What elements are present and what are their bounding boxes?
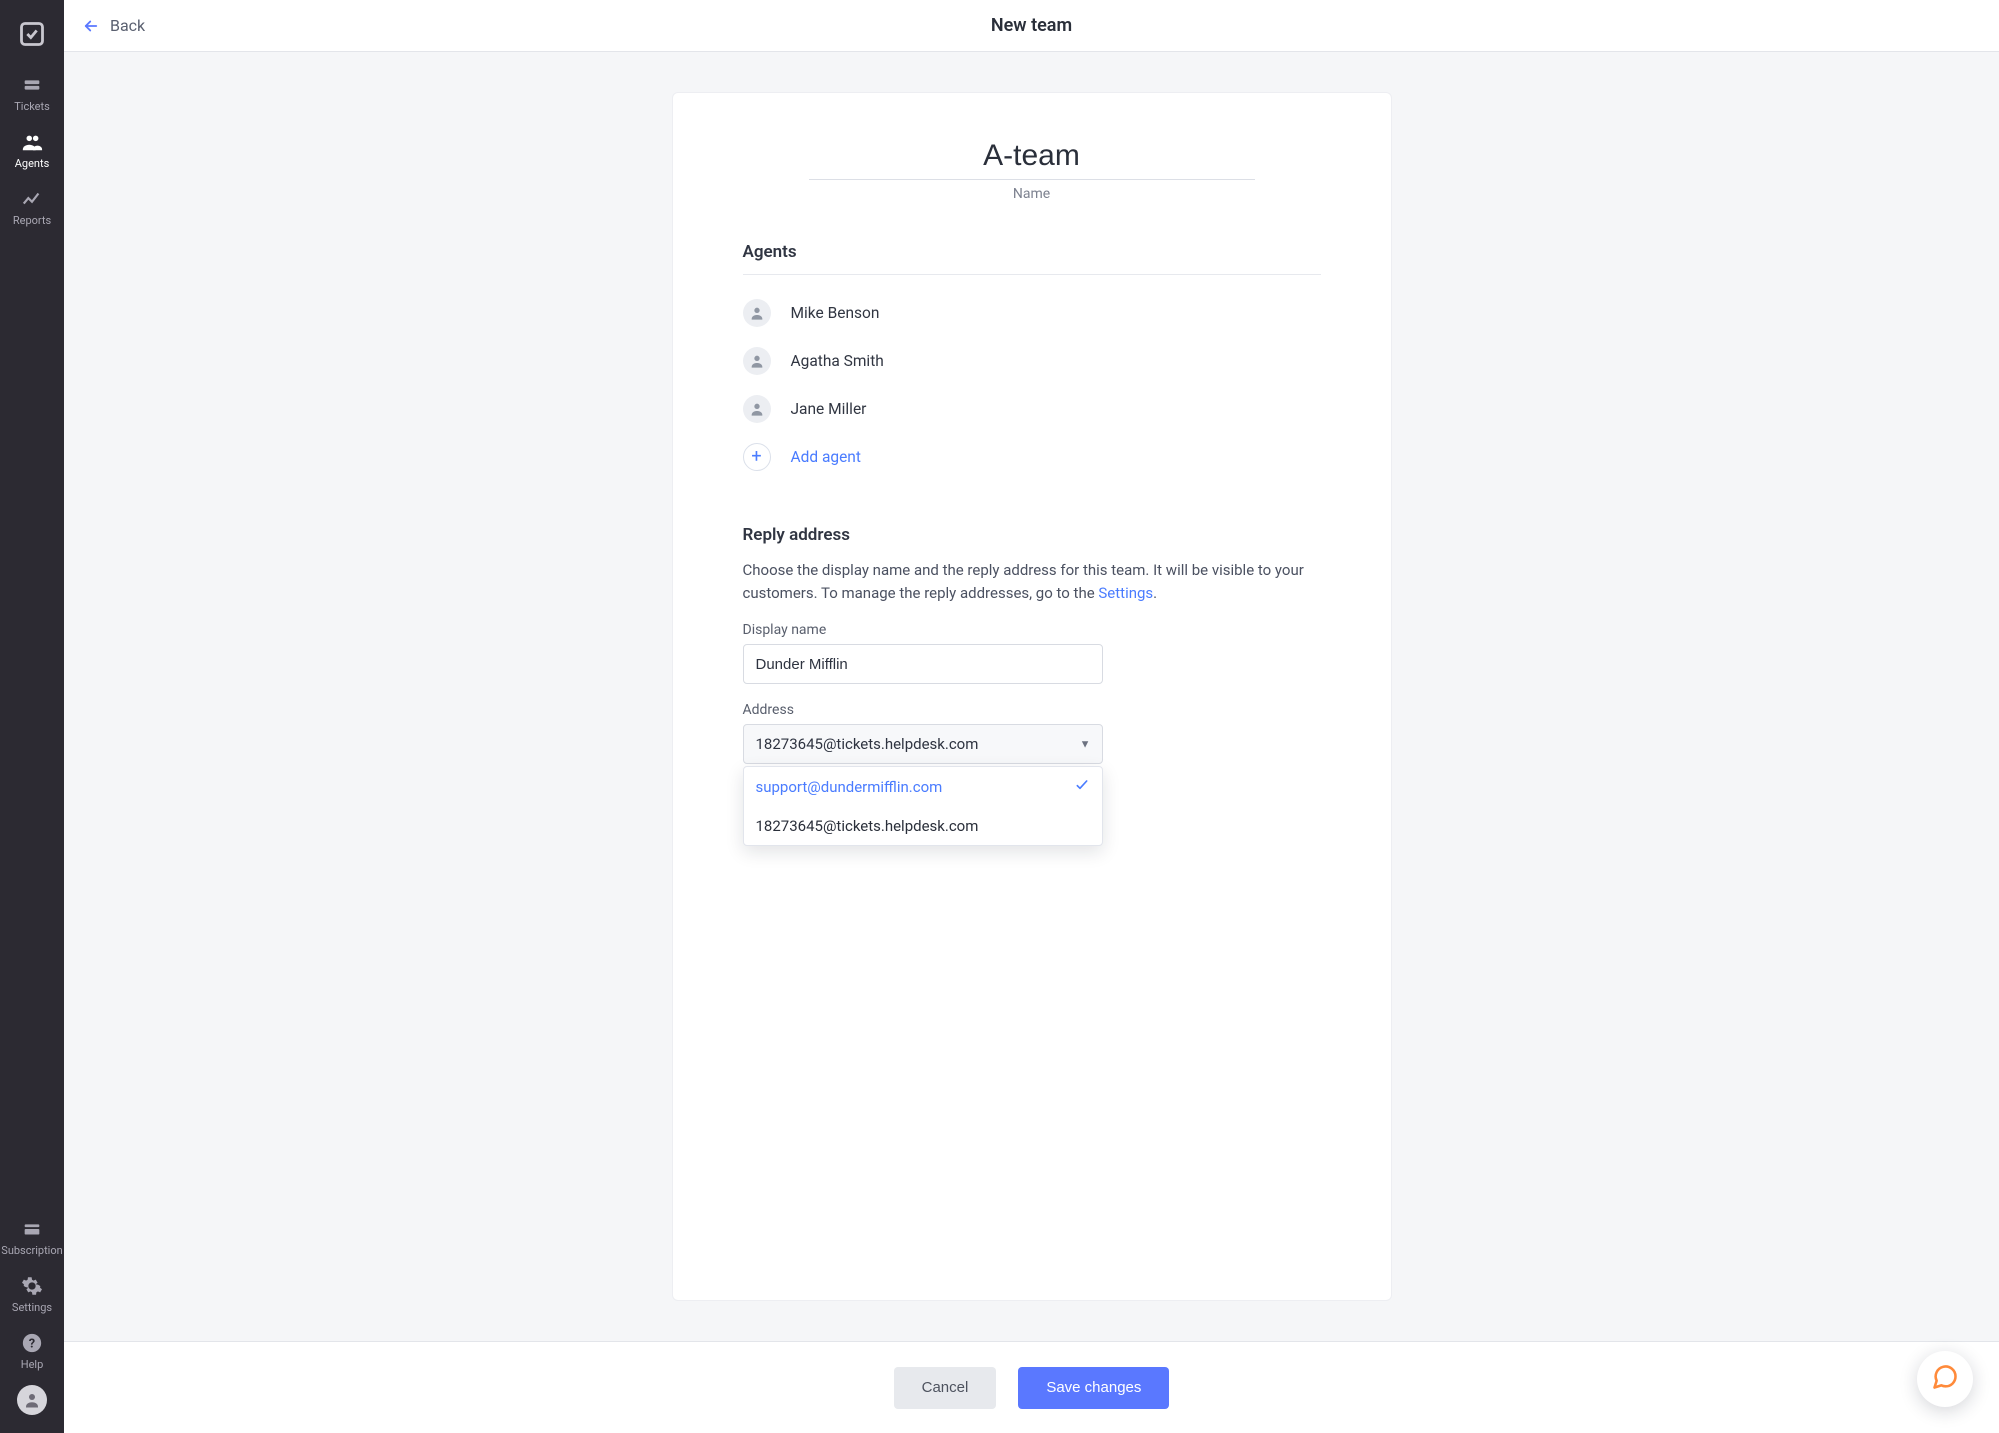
avatar (743, 299, 771, 327)
plus-icon: + (743, 443, 771, 471)
agent-row: Agatha Smith (743, 337, 1321, 385)
address-selected-value: 18273645@tickets.helpdesk.com (756, 735, 979, 753)
svg-text:?: ? (29, 1337, 35, 1352)
reply-section-title: Reply address (743, 525, 1321, 545)
content-area: Name Agents Mike Benson Agatha Smith (64, 52, 1999, 1341)
sidebar-item-tickets[interactable]: Tickets (0, 64, 64, 121)
gear-icon (21, 1275, 43, 1297)
agent-row: Jane Miller (743, 385, 1321, 433)
agents-section-title: Agents (743, 242, 1321, 275)
sidebar: Tickets Agents Reports Subscription Sett… (0, 0, 64, 1433)
reply-description-text: Choose the display name and the reply ad… (743, 561, 1304, 602)
display-name-input[interactable] (743, 644, 1103, 684)
main: Back New team Name Agents Mike Benson (64, 0, 1999, 1433)
sidebar-item-reports[interactable]: Reports (0, 178, 64, 235)
address-option-label: 18273645@tickets.helpdesk.com (756, 817, 979, 835)
address-option[interactable]: 18273645@tickets.helpdesk.com (744, 807, 1102, 845)
agent-name: Jane Miller (791, 400, 867, 418)
cancel-button[interactable]: Cancel (894, 1367, 997, 1409)
reply-description: Choose the display name and the reply ad… (743, 559, 1321, 604)
settings-link[interactable]: Settings (1098, 584, 1153, 602)
sidebar-item-help[interactable]: ? Help (0, 1322, 64, 1379)
app-logo-icon (18, 20, 46, 48)
add-agent-button[interactable]: + Add agent (743, 433, 1321, 481)
save-button[interactable]: Save changes (1018, 1367, 1169, 1409)
team-name-input[interactable] (809, 137, 1255, 180)
sidebar-item-label: Reports (13, 214, 51, 227)
team-name-label: Name (1013, 186, 1050, 202)
topbar: Back New team (64, 0, 1999, 52)
reports-icon (21, 188, 43, 210)
display-name-label: Display name (743, 622, 1321, 638)
page-title: New team (991, 15, 1072, 36)
reply-description-suffix: . (1153, 584, 1157, 602)
chat-widget-button[interactable] (1917, 1351, 1973, 1407)
footer: Cancel Save changes (64, 1341, 1999, 1433)
back-button[interactable]: Back (64, 0, 163, 51)
help-icon: ? (21, 1332, 43, 1354)
sidebar-item-label: Settings (12, 1301, 52, 1314)
agent-row: Mike Benson (743, 289, 1321, 337)
agent-name: Mike Benson (791, 304, 880, 322)
address-select-display[interactable]: 18273645@tickets.helpdesk.com ▼ (743, 724, 1103, 764)
agents-icon (21, 131, 43, 153)
agent-list: Mike Benson Agatha Smith Jane Miller + (743, 289, 1321, 481)
address-select[interactable]: 18273645@tickets.helpdesk.com ▼ support@… (743, 724, 1103, 764)
chevron-down-icon: ▼ (1080, 738, 1091, 751)
tickets-icon (21, 74, 43, 96)
sidebar-item-label: Tickets (14, 100, 50, 113)
check-icon (1074, 777, 1090, 797)
sidebar-item-label: Help (21, 1358, 44, 1371)
chat-icon (1931, 1363, 1959, 1395)
add-agent-label: Add agent (791, 448, 861, 466)
address-option-label: support@dundermifflin.com (756, 778, 943, 796)
back-label: Back (110, 16, 145, 35)
address-label: Address (743, 702, 1321, 718)
sidebar-item-label: Agents (15, 157, 50, 170)
reply-section: Reply address Choose the display name an… (743, 525, 1321, 764)
team-form-card: Name Agents Mike Benson Agatha Smith (672, 92, 1392, 1301)
sidebar-item-agents[interactable]: Agents (0, 121, 64, 178)
address-dropdown: support@dundermifflin.com 18273645@ticke… (743, 766, 1103, 846)
sidebar-item-settings[interactable]: Settings (0, 1265, 64, 1322)
current-user-avatar[interactable] (17, 1385, 47, 1415)
address-option[interactable]: support@dundermifflin.com (744, 767, 1102, 807)
agent-name: Agatha Smith (791, 352, 884, 370)
avatar (743, 347, 771, 375)
sidebar-item-label: Subscription (1, 1244, 62, 1257)
avatar (743, 395, 771, 423)
sidebar-item-subscription[interactable]: Subscription (0, 1208, 64, 1265)
arrow-left-icon (82, 17, 100, 35)
subscription-icon (21, 1218, 43, 1240)
